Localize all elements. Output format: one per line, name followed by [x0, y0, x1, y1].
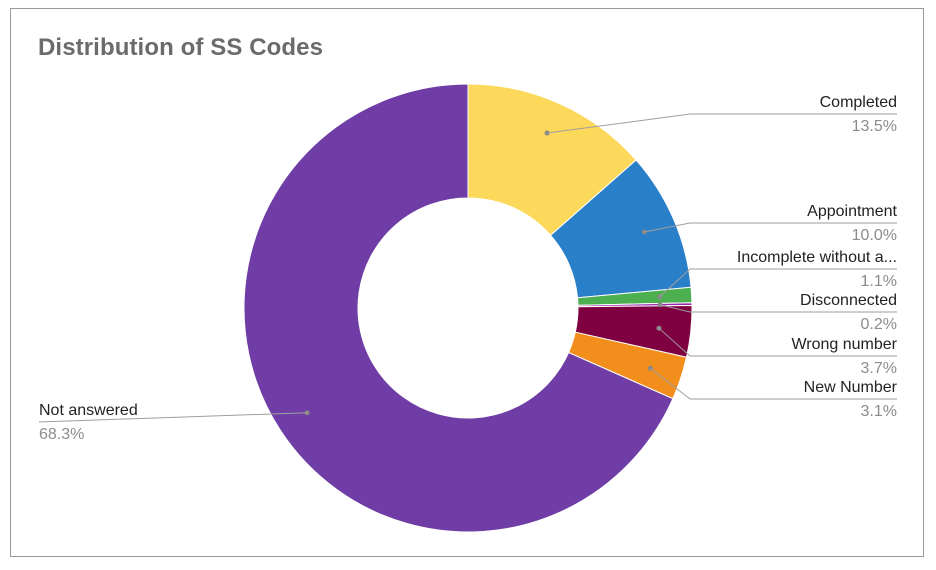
value-disconnected: 0.2%: [861, 316, 897, 333]
value-incomplete-without-a: 1.1%: [861, 273, 897, 290]
donut-slices: [243, 83, 693, 533]
label-appointment: Appointment: [807, 203, 897, 220]
value-appointment: 10.0%: [852, 227, 897, 244]
label-completed: Completed: [820, 94, 897, 111]
donut-chart: Completed 13.5% Appointment 10.0% Incomplete…: [38, 83, 898, 533]
value-wrong-number: 3.7%: [861, 360, 897, 377]
value-not-answered: 68.3%: [39, 426, 84, 443]
value-new-number: 3.1%: [861, 403, 897, 420]
label-incomplete-without-a: Incomplete without a...: [737, 249, 897, 266]
value-completed: 13.5%: [852, 118, 897, 135]
label-wrong-number: Wrong number: [791, 336, 897, 353]
label-disconnected: Disconnected: [800, 292, 897, 309]
label-new-number: New Number: [804, 379, 898, 396]
label-not-answered: Not answered: [39, 402, 138, 419]
